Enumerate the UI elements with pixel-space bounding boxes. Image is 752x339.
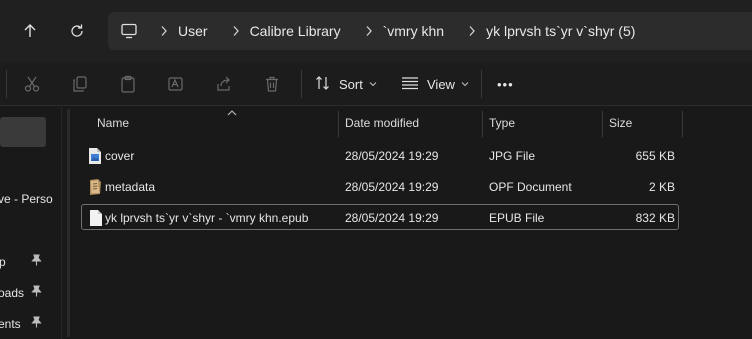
chevron-right-icon[interactable]	[355, 25, 383, 37]
table-row[interactable]: cover 28/05/2024 19:29 JPG File 655 KB	[81, 143, 679, 169]
chevron-down-icon	[369, 79, 377, 89]
file-date: 28/05/2024 19:29	[345, 149, 439, 163]
sort-label: Sort	[339, 76, 363, 92]
sort-ascending-icon	[227, 108, 237, 118]
sidebar-item-desktop[interactable]: p	[0, 255, 6, 269]
image-file-icon	[87, 147, 103, 165]
header-type[interactable]: Type	[489, 109, 515, 137]
cut-icon[interactable]	[21, 73, 43, 95]
sidebar-item-downloads[interactable]: oads	[0, 286, 24, 300]
sort-button[interactable]: Sort	[315, 70, 377, 98]
view-button[interactable]: View	[401, 70, 469, 98]
share-icon[interactable]	[213, 73, 235, 95]
document-file-icon	[88, 209, 104, 227]
pin-icon	[31, 285, 42, 300]
file-type: JPG File	[489, 149, 536, 163]
breadcrumb-item[interactable]: User	[150, 23, 222, 39]
toolbar-divider	[301, 70, 302, 98]
more-options-icon: •••	[497, 76, 514, 92]
column-headers: Name Date modified Type Size	[83, 109, 683, 137]
header-size[interactable]: Size	[609, 109, 632, 137]
rename-icon[interactable]	[165, 73, 187, 95]
computer-icon[interactable]	[108, 23, 150, 39]
table-row[interactable]: metadata 28/05/2024 19:29 OPF Document 2…	[81, 174, 679, 200]
toolbar-divider	[6, 70, 7, 98]
sidebar-item-onedrive[interactable]: ve - Perso	[0, 192, 53, 206]
breadcrumb-item[interactable]: yk lprvsh ts`yr v`shyr (5)	[458, 23, 649, 39]
address-bar[interactable]: User Calibre Library `vmry khn yk lprvsh…	[108, 12, 752, 50]
copy-icon[interactable]	[69, 73, 91, 95]
pin-icon	[31, 254, 42, 269]
pin-icon	[31, 316, 42, 331]
breadcrumb-item[interactable]: `vmry khn	[355, 23, 458, 39]
sidebar-item-documents[interactable]: ents	[0, 317, 21, 331]
file-type: OPF Document	[489, 180, 572, 194]
chevron-down-icon	[461, 79, 469, 89]
sort-icon	[315, 75, 331, 94]
header-name[interactable]: Name	[97, 109, 129, 137]
file-type: EPUB File	[489, 211, 545, 225]
navigation-bar: User Calibre Library `vmry khn yk lprvsh…	[0, 0, 752, 62]
breadcrumb-book-folder[interactable]: yk lprvsh ts`yr v`shyr (5)	[486, 23, 649, 39]
breadcrumb-author[interactable]: `vmry khn	[383, 23, 458, 39]
more-options-button[interactable]: •••	[497, 70, 514, 98]
chevron-right-icon[interactable]	[458, 25, 486, 37]
chevron-right-icon[interactable]	[222, 25, 250, 37]
delete-icon[interactable]	[261, 73, 283, 95]
refresh-icon[interactable]	[64, 18, 90, 44]
file-name: metadata	[105, 180, 156, 194]
file-size: 655 KB	[635, 149, 675, 163]
column-divider[interactable]	[682, 111, 683, 137]
file-date: 28/05/2024 19:29	[345, 211, 439, 225]
toolbar-divider	[481, 70, 482, 98]
view-list-icon	[401, 76, 419, 93]
paste-icon[interactable]	[117, 73, 139, 95]
breadcrumb-user[interactable]: User	[178, 23, 222, 39]
navigation-pane: ve - Perso p oads ents	[0, 107, 62, 339]
table-row[interactable]: yk lprvsh ts`yr v`shyr - `vmry khn.epub …	[81, 204, 679, 230]
view-label: View	[427, 76, 455, 92]
command-bar: Sort View •••	[0, 62, 752, 106]
opf-file-icon	[87, 178, 103, 196]
sidebar-selected-item[interactable]	[0, 117, 46, 147]
header-date-modified[interactable]: Date modified	[345, 109, 419, 137]
up-arrow-icon[interactable]	[17, 18, 43, 44]
file-name: cover	[105, 149, 135, 163]
file-list: Name Date modified Type Size cover 28/05…	[63, 107, 752, 339]
file-size: 832 KB	[635, 211, 675, 225]
file-date: 28/05/2024 19:29	[345, 180, 439, 194]
breadcrumb-calibre-library[interactable]: Calibre Library	[250, 23, 355, 39]
breadcrumb-item[interactable]: Calibre Library	[222, 23, 355, 39]
column-divider[interactable]	[602, 111, 603, 137]
column-divider[interactable]	[338, 111, 339, 137]
column-divider[interactable]	[482, 111, 483, 137]
file-name: yk lprvsh ts`yr v`shyr - `vmry khn.epub	[105, 211, 309, 225]
scrollbar[interactable]	[67, 109, 70, 337]
file-size: 2 KB	[648, 180, 675, 194]
chevron-right-icon[interactable]	[150, 25, 178, 37]
